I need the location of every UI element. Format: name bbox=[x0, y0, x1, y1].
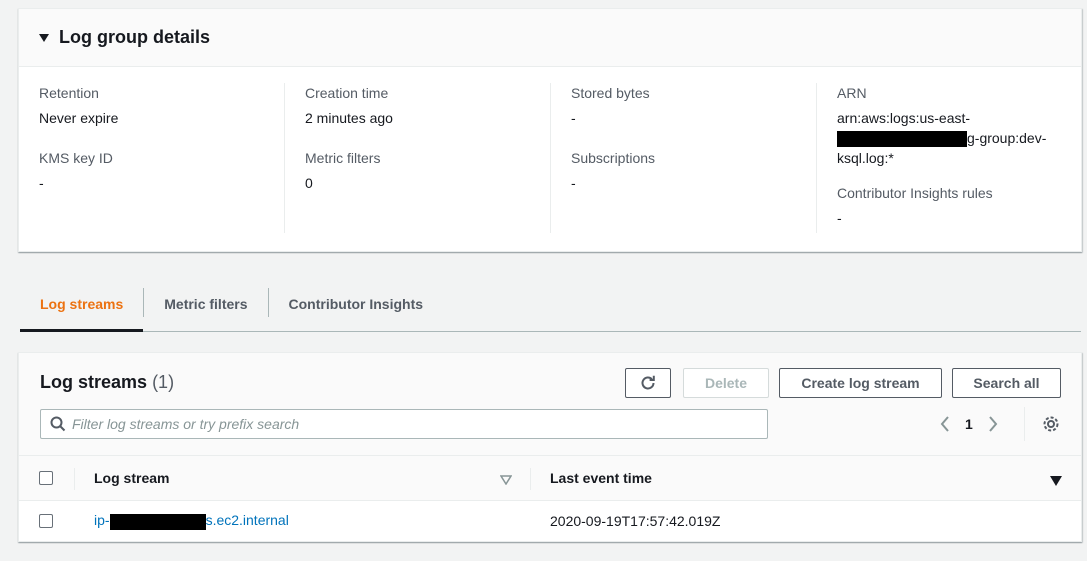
arn-line-2: g-group:dev- bbox=[837, 128, 1052, 148]
details-header[interactable]: Log group details bbox=[19, 9, 1081, 67]
filter-search-input[interactable] bbox=[72, 416, 752, 432]
redaction-bar bbox=[109, 513, 206, 530]
redaction-bar bbox=[837, 131, 967, 148]
tab-contributor-insights[interactable]: Contributor Insights bbox=[269, 278, 444, 330]
arn-label: ARN bbox=[837, 85, 867, 101]
search-icon bbox=[50, 416, 66, 432]
arn-value: arn:aws:logs:us-east- g-group:dev- ksql.… bbox=[837, 108, 1052, 168]
contributor-insights-label: Contributor Insights rules bbox=[837, 185, 993, 201]
column-header-last-event-time[interactable]: Last event time bbox=[550, 456, 652, 500]
log-streams-panel: Log streams (1) Delete Create log stream… bbox=[18, 352, 1082, 542]
delete-button[interactable]: Delete bbox=[683, 368, 769, 398]
search-all-button[interactable]: Search all bbox=[952, 368, 1061, 398]
details-column-4: ARN arn:aws:logs:us-east- g-group:dev- k… bbox=[837, 83, 1067, 233]
creation-time-label: Creation time bbox=[305, 85, 389, 101]
log-streams-title-text: Log streams bbox=[40, 372, 148, 392]
gear-icon bbox=[1043, 416, 1059, 432]
metric-filters-label: Metric filters bbox=[305, 150, 381, 166]
sort-descending-icon[interactable] bbox=[1050, 473, 1062, 489]
row-checkbox[interactable] bbox=[39, 514, 53, 528]
details-column-3: Stored bytes - Subscriptions - bbox=[571, 83, 817, 233]
tab-metric-filters[interactable]: Metric filters bbox=[144, 278, 267, 330]
chevron-left-icon bbox=[940, 416, 949, 432]
log-stream-link[interactable]: ip-s.ec2.internal bbox=[94, 512, 289, 530]
column-header-log-stream[interactable]: Log stream bbox=[94, 456, 169, 500]
kms-key-value: - bbox=[39, 175, 44, 191]
chevron-right-icon bbox=[989, 416, 998, 432]
log-group-details-panel: Log group details Retention Never expire… bbox=[18, 8, 1082, 252]
contributor-insights-value: - bbox=[837, 210, 842, 226]
sort-caret-icon[interactable] bbox=[499, 472, 513, 488]
previous-page-button[interactable] bbox=[935, 416, 955, 432]
tab-log-streams[interactable]: Log streams bbox=[20, 278, 144, 332]
log-streams-count: (1) bbox=[152, 372, 175, 392]
log-stream-suffix: s.ec2.internal bbox=[205, 512, 289, 529]
creation-time-value: 2 minutes ago bbox=[305, 110, 393, 126]
details-column-2: Creation time 2 minutes ago Metric filte… bbox=[305, 83, 551, 233]
preferences-button[interactable] bbox=[1040, 413, 1062, 435]
create-log-stream-button[interactable]: Create log stream bbox=[779, 368, 942, 398]
log-streams-title: Log streams (1) bbox=[40, 372, 174, 393]
refresh-button[interactable] bbox=[625, 368, 671, 398]
arn-line-3: ksql.log:* bbox=[837, 150, 894, 166]
filter-search-box[interactable] bbox=[40, 409, 768, 439]
subscriptions-value: - bbox=[571, 175, 576, 191]
page-number[interactable]: 1 bbox=[965, 416, 973, 432]
details-column-1: Retention Never expire KMS key ID - bbox=[39, 83, 285, 233]
arn-line-1: arn:aws:logs:us-east- bbox=[837, 110, 971, 126]
stored-bytes-value: - bbox=[571, 110, 576, 126]
caret-down-icon[interactable] bbox=[39, 33, 49, 42]
pagination: 1 bbox=[935, 409, 1003, 439]
log-streams-header: Log streams (1) Delete Create log stream… bbox=[19, 353, 1081, 455]
last-event-time-cell: 2020-09-19T17:57:42.019Z bbox=[550, 513, 721, 529]
stored-bytes-label: Stored bytes bbox=[571, 85, 650, 101]
table-row[interactable]: ip-s.ec2.internal 2020-09-19T17:57:42.01… bbox=[19, 501, 1081, 541]
column-divider bbox=[74, 468, 75, 490]
arn-line-2-text: g-group:dev- bbox=[967, 130, 1047, 146]
metric-filters-value: 0 bbox=[305, 175, 313, 191]
retention-label: Retention bbox=[39, 85, 99, 101]
subscriptions-label: Subscriptions bbox=[571, 150, 656, 166]
details-title: Log group details bbox=[59, 27, 210, 47]
log-stream-cell[interactable]: ip-s.ec2.internal bbox=[94, 501, 289, 541]
column-divider bbox=[530, 468, 531, 490]
next-page-button[interactable] bbox=[983, 416, 1003, 432]
table-header: Log stream Last event time bbox=[19, 455, 1081, 501]
select-all-checkbox[interactable] bbox=[39, 471, 53, 485]
refresh-icon bbox=[641, 375, 655, 390]
retention-value: Never expire bbox=[39, 110, 119, 126]
tab-bar: Log streams Metric filters Contributor I… bbox=[20, 278, 1081, 332]
pager-divider bbox=[1024, 407, 1025, 441]
log-stream-prefix: ip- bbox=[94, 512, 110, 529]
kms-key-label: KMS key ID bbox=[39, 150, 113, 166]
